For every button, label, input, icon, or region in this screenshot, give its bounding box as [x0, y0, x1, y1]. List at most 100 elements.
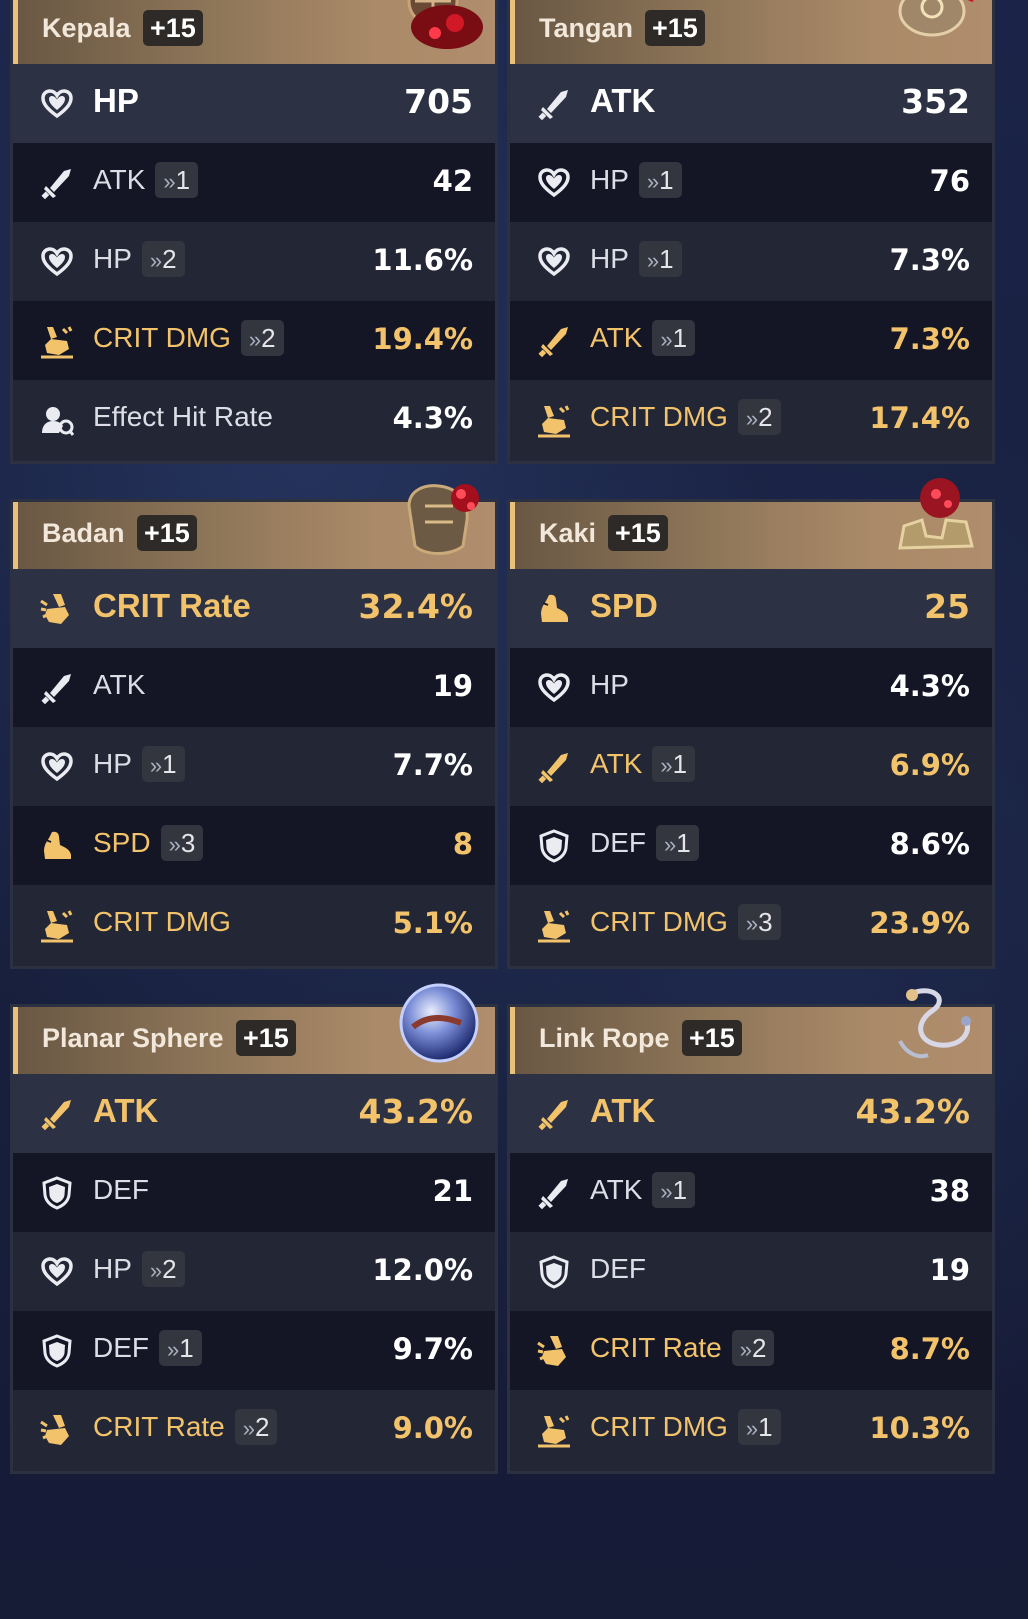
double-chevron-icon: » — [149, 248, 163, 273]
roll-count: 1 — [758, 1412, 773, 1442]
crit-dmg-icon — [536, 1412, 572, 1448]
sub-stat-row: ATK »1 7.3% — [510, 301, 992, 382]
stat-value: 17.4% — [869, 401, 970, 435]
roll-count-badge: »1 — [159, 1330, 202, 1366]
relic-card-kaki[interactable]: Kaki +15 SPD 25 HP 4.3% ATK »1 6.9% DEF »1 8.6% CRIT… — [507, 478, 995, 969]
sub-stat-row: HP 4.3% — [510, 648, 992, 729]
crit-dmg-icon — [39, 907, 75, 943]
stat-name: DEF — [93, 1332, 149, 1363]
relic-card-tangan[interactable]: Tangan +15 ATK 352 HP »1 76 HP »1 7.3% ATK »1 7.3% CR… — [507, 0, 995, 464]
double-chevron-icon: » — [739, 1337, 752, 1362]
stat-value: 8.6% — [889, 827, 970, 861]
stat-value: 19.4% — [372, 322, 473, 356]
stat-value: 25 — [924, 587, 970, 626]
stat-name: HP — [93, 1253, 132, 1284]
heart-icon — [39, 749, 75, 785]
gloves-icon — [892, 0, 982, 61]
stat-label: CRIT DMG »2 — [93, 320, 284, 356]
stat-name: ATK — [590, 1174, 643, 1205]
stat-name: HP — [93, 748, 132, 779]
crit-rate-icon — [39, 1412, 75, 1448]
stat-label: ATK »1 — [590, 1172, 696, 1208]
stat-label: HP »1 — [93, 746, 185, 782]
stat-label: HP »2 — [93, 241, 185, 277]
stat-label: SPD »3 — [93, 825, 204, 861]
roll-count-badge: »1 — [638, 241, 682, 277]
sub-stat-row: DEF »1 9.7% — [13, 1311, 495, 1392]
roll-count: 3 — [180, 828, 196, 858]
relic-card-badan[interactable]: Badan +15 CRIT Rate 32.4% ATK 19 HP »1 7.7% SPD »3… — [10, 484, 498, 969]
boot-icon — [39, 828, 75, 864]
stat-label: Effect Hit Rate — [93, 401, 273, 433]
stat-name: CRIT DMG — [590, 1411, 728, 1442]
stat-value: 8.7% — [889, 1332, 970, 1366]
sub-stat-row: DEF 19 — [510, 1232, 992, 1313]
relic-card-kepala[interactable]: Kepala +15 HP 705 ATK »1 42 HP »2 11.6% CRIT DMG »2… — [10, 0, 498, 464]
stat-value: 43.2% — [855, 1092, 971, 1131]
sub-stat-row: HP »1 76 — [510, 143, 992, 224]
relic-header: Tangan +15 — [510, 0, 992, 64]
roll-count-badge: »2 — [737, 399, 781, 435]
stat-label: ATK — [590, 82, 655, 120]
stat-value: 4.3% — [392, 401, 473, 435]
stat-label: ATK »1 — [93, 162, 199, 198]
stat-name: ATK — [590, 82, 656, 119]
heart-icon — [39, 86, 75, 122]
sword-icon — [39, 670, 75, 706]
stat-value: 5.1% — [392, 906, 473, 940]
stat-name: ATK — [590, 322, 643, 353]
sub-stat-row: CRIT DMG »2 17.4% — [510, 380, 992, 461]
sub-stat-row: CRIT DMG »2 19.4% — [13, 301, 495, 382]
stat-value: 43.2% — [358, 1092, 474, 1131]
stat-name: DEF — [93, 1174, 149, 1205]
stat-label: DEF — [590, 1253, 646, 1285]
roll-count-badge: »2 — [240, 320, 284, 356]
stat-value: 9.0% — [392, 1411, 473, 1445]
roll-count: 1 — [175, 165, 191, 195]
sub-stat-row: CRIT DMG »1 10.3% — [510, 1390, 992, 1471]
stat-name: ATK — [590, 748, 643, 779]
stat-value: 7.3% — [889, 322, 970, 356]
stat-label: CRIT Rate — [93, 587, 251, 625]
sub-stat-row: SPD »3 8 — [13, 806, 495, 887]
sub-stat-row: HP »1 7.7% — [13, 727, 495, 808]
stat-label: HP »2 — [93, 1251, 185, 1287]
stat-name: DEF — [590, 827, 646, 858]
relic-card-planar-sphere[interactable]: Planar Sphere +15 ATK 43.2% DEF 21 HP »2 12.0% DE… — [10, 983, 498, 1474]
sub-stat-row: Effect Hit Rate 4.3% — [13, 380, 495, 461]
stat-value: 19 — [929, 1253, 970, 1287]
relic-card-link-rope[interactable]: Link Rope +15 ATK 43.2% ATK »1 38 DEF 19 CRIT Rat… — [507, 988, 995, 1474]
stat-name: ATK — [93, 164, 146, 195]
stat-label: CRIT DMG »3 — [590, 904, 781, 940]
roll-count-badge: »1 — [652, 746, 696, 782]
stat-name: SPD — [93, 827, 151, 858]
relic-level-badge: +15 — [236, 1020, 296, 1056]
stat-value: 12.0% — [372, 1253, 473, 1287]
roll-count-badge: »3 — [737, 904, 781, 940]
sword-icon — [536, 1096, 572, 1132]
roll-count-badge: »3 — [160, 825, 204, 861]
stat-value: 38 — [929, 1174, 970, 1208]
roll-count-badge: »1 — [638, 162, 682, 198]
crit-rate-icon — [39, 591, 75, 627]
stat-name: CRIT DMG — [93, 906, 231, 937]
stat-value: 352 — [901, 82, 970, 121]
roll-count-badge: »1 — [737, 1409, 781, 1445]
boot-icon — [536, 591, 572, 627]
double-chevron-icon: » — [248, 327, 262, 352]
roll-count: 1 — [179, 1333, 194, 1363]
shield-icon — [39, 1175, 75, 1211]
double-chevron-icon: » — [149, 1258, 163, 1283]
stat-name: HP — [590, 669, 629, 700]
stat-value: 11.6% — [372, 243, 473, 277]
stat-value: 10.3% — [869, 1411, 970, 1445]
roll-count-badge: »2 — [141, 1251, 185, 1287]
stat-value: 6.9% — [889, 748, 970, 782]
stat-value: 23.9% — [869, 906, 970, 940]
sub-stat-row: ATK »1 42 — [13, 143, 495, 224]
stat-name: HP — [590, 243, 629, 274]
double-chevron-icon: » — [167, 1337, 180, 1362]
stat-label: DEF »1 — [590, 825, 699, 861]
double-chevron-icon: » — [646, 169, 660, 194]
stat-value: 42 — [432, 164, 473, 198]
